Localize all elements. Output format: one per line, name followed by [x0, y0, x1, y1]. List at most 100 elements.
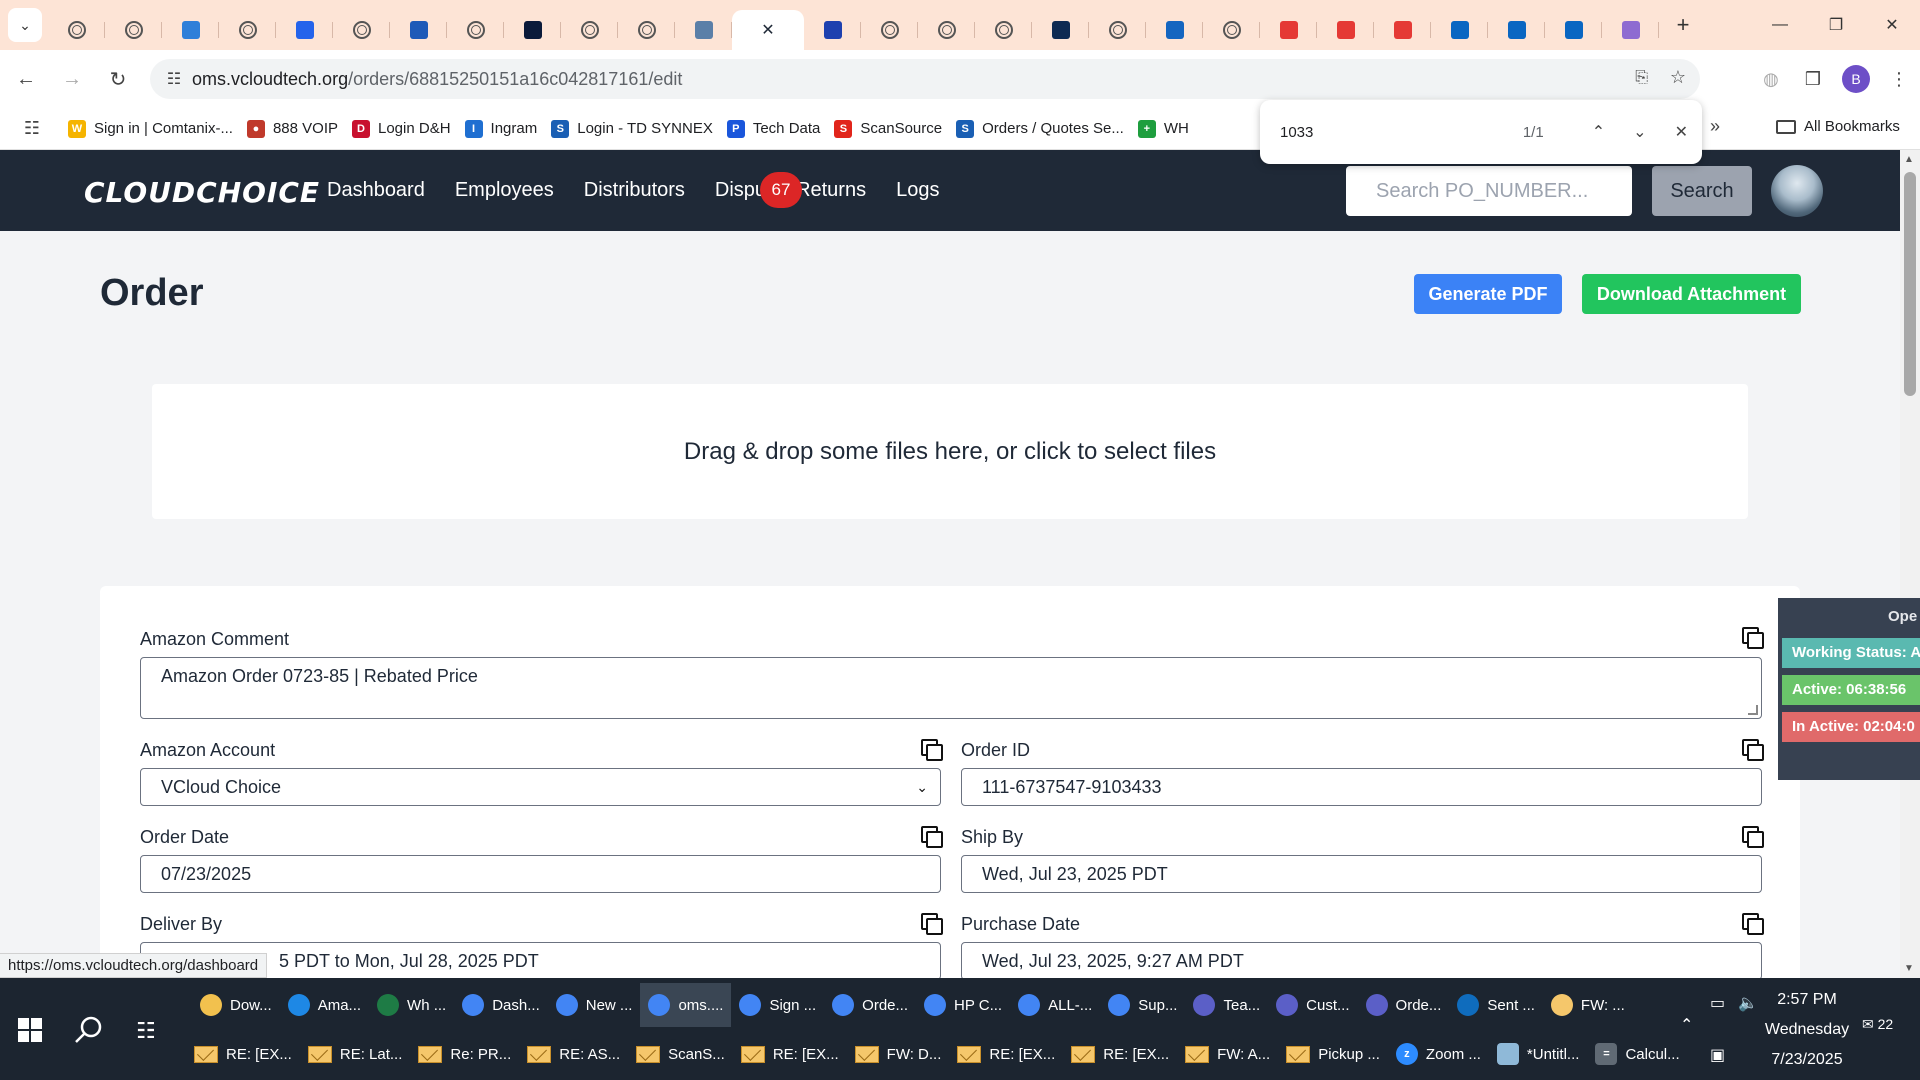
taskbar-app-button[interactable]: RE: [EX... [1063, 1032, 1177, 1076]
browser-tab[interactable] [219, 10, 276, 50]
amazon-account-select[interactable]: VCloud Choice ⌄ [140, 768, 941, 806]
battery-icon[interactable]: ▭ [1710, 993, 1725, 1013]
copy-icon[interactable] [921, 739, 943, 761]
copy-icon[interactable] [1742, 739, 1764, 761]
taskbar-app-button[interactable]: ALL-... [1010, 983, 1100, 1027]
close-tab-icon[interactable]: ✕ [761, 20, 774, 40]
bookmark-item[interactable]: P Tech Data [726, 119, 820, 138]
close-window-icon[interactable]: ✕ [1864, 0, 1920, 50]
search-button[interactable]: Search [1652, 166, 1752, 216]
scroll-down-icon[interactable]: ▼ [1904, 963, 1914, 974]
taskbar-app-button[interactable]: FW: A... [1177, 1032, 1278, 1076]
browser-tab[interactable] [918, 10, 975, 50]
taskbar-app-button[interactable]: Orde... [1358, 983, 1450, 1027]
back-arrow-icon[interactable]: ← [6, 59, 46, 99]
copy-icon[interactable] [1742, 826, 1764, 848]
browser-tab[interactable] [1374, 10, 1431, 50]
browser-tab[interactable] [1260, 10, 1317, 50]
forward-arrow-icon[interactable]: → [52, 59, 92, 99]
browser-tab[interactable] [675, 10, 732, 50]
minimize-icon[interactable]: — [1752, 0, 1808, 50]
reload-icon[interactable]: ↻ [98, 59, 138, 99]
taskbar-app-button[interactable]: RE: [EX... [733, 1032, 847, 1076]
taskbar-app-button[interactable]: RE: [EX... [186, 1032, 300, 1076]
browser-tab[interactable] [1602, 10, 1659, 50]
app-logo[interactable]: CLOUDCHOICE [84, 176, 320, 209]
nav-returns[interactable]: Returns [796, 179, 866, 202]
taskbar-app-button[interactable]: Ama... [280, 983, 369, 1027]
bookmark-item[interactable]: D Login D&H [352, 119, 451, 138]
copy-icon[interactable] [921, 913, 943, 935]
generate-pdf-button[interactable]: Generate PDF [1414, 274, 1562, 314]
order-date-field[interactable]: 07/23/2025 [140, 855, 941, 893]
browser-tab[interactable] [1317, 10, 1374, 50]
taskbar-app-button[interactable]: RE: AS... [519, 1032, 628, 1076]
all-bookmarks-button[interactable]: All Bookmarks [1776, 118, 1900, 135]
order-id-field[interactable]: 111-6737547-9103433 [961, 768, 1762, 806]
nav-logs[interactable]: Logs [896, 179, 939, 202]
browser-tab[interactable] [105, 10, 162, 50]
purchase-date-field[interactable]: Wed, Jul 23, 2025, 9:27 AM PDT [961, 942, 1762, 980]
site-info-icon[interactable]: ☷ [156, 69, 192, 89]
bookmark-item[interactable]: ● 888 VOIP [246, 119, 338, 138]
browser-tab[interactable] [276, 10, 333, 50]
copy-icon[interactable] [1742, 913, 1764, 935]
taskbar-app-button[interactable]: New ... [548, 983, 641, 1027]
new-tab-button[interactable]: + [1667, 9, 1699, 41]
tray-overflow-chevron-icon[interactable]: ⌃ [1680, 1015, 1693, 1035]
user-avatar[interactable] [1771, 165, 1823, 217]
nav-dashboard[interactable]: Dashboard [327, 179, 425, 202]
browser-tab[interactable] [1431, 10, 1488, 50]
address-bar[interactable]: ☷ oms.vcloudtech.org/orders/68815250151a… [150, 59, 1700, 99]
more-bookmarks-icon[interactable]: » [1710, 116, 1720, 137]
bookmark-item[interactable]: S ScanSource [834, 119, 942, 138]
taskbar-app-button[interactable]: ScanS... [628, 1032, 733, 1076]
taskbar-app-button[interactable]: Tea... [1185, 983, 1268, 1027]
tab-search-chevron-icon[interactable]: ⌄ [8, 8, 42, 42]
browser-tab[interactable] [1488, 10, 1545, 50]
taskbar-app-button[interactable]: RE: Lat... [300, 1032, 411, 1076]
taskbar-app-button[interactable]: Cust... [1268, 983, 1357, 1027]
browser-tab[interactable] [390, 10, 447, 50]
status-widget-header[interactable]: Ope [1888, 608, 1917, 625]
browser-tab[interactable] [1146, 10, 1203, 50]
bookmark-item[interactable]: S Login - TD SYNNEX [551, 119, 713, 138]
browser-tab[interactable] [48, 10, 105, 50]
taskbar-app-button[interactable]: = Calcul... [1587, 1032, 1687, 1076]
apps-grid-icon[interactable]: ☷ [10, 118, 54, 139]
taskbar-app-button[interactable]: Sup... [1100, 983, 1185, 1027]
page-scrollbar[interactable]: ▲ ▼ [1900, 150, 1920, 978]
task-view-icon[interactable]: ☷ [136, 1018, 156, 1044]
browser-tab[interactable] [447, 10, 504, 50]
browser-tab[interactable] [561, 10, 618, 50]
network-icon[interactable]: ▣ [1710, 1045, 1725, 1065]
taskbar-app-button[interactable]: z Zoom ... [1388, 1032, 1489, 1076]
search-icon[interactable] [74, 1015, 104, 1050]
translate-globe-icon[interactable]: ◍ [1750, 58, 1792, 100]
browser-tab[interactable] [1089, 10, 1146, 50]
nav-distributors[interactable]: Distributors [584, 179, 685, 202]
po-search-input[interactable] [1346, 166, 1632, 216]
find-previous-icon[interactable]: ⌃ [1578, 122, 1619, 142]
taskbar-app-button[interactable]: Sign ... [731, 983, 824, 1027]
browser-tab[interactable] [504, 10, 561, 50]
bookmark-item[interactable]: S Orders / Quotes Se... [956, 119, 1124, 138]
profile-avatar[interactable]: B [1842, 65, 1870, 93]
browser-tab-active[interactable]: ✕ [732, 10, 804, 50]
browser-tab[interactable] [618, 10, 675, 50]
browser-tab[interactable] [333, 10, 390, 50]
browser-menu-icon[interactable]: ⋮ [1878, 58, 1920, 100]
browser-tab[interactable] [162, 10, 219, 50]
taskbar-app-button[interactable]: FW: ... [1543, 983, 1633, 1027]
resize-handle-icon[interactable] [1748, 705, 1758, 715]
taskbar-app-button[interactable]: RE: [EX... [949, 1032, 1063, 1076]
taskbar-app-button[interactable]: Dash... [454, 983, 548, 1027]
restore-icon[interactable]: ❐ [1808, 0, 1864, 50]
nav-disputes[interactable]: Dispu [715, 179, 766, 202]
address-url[interactable]: oms.vcloudtech.org/orders/68815250151a16… [192, 69, 682, 90]
taskbar-app-button[interactable]: *Untitl... [1489, 1032, 1588, 1076]
taskbar-clock[interactable]: 2:57 PM Wednesday 7/23/2025 [1732, 985, 1882, 1075]
extensions-puzzle-icon[interactable]: ❒ [1792, 58, 1834, 100]
scroll-thumb[interactable] [1904, 172, 1916, 396]
taskbar-app-button[interactable]: Sent ... [1449, 983, 1543, 1027]
